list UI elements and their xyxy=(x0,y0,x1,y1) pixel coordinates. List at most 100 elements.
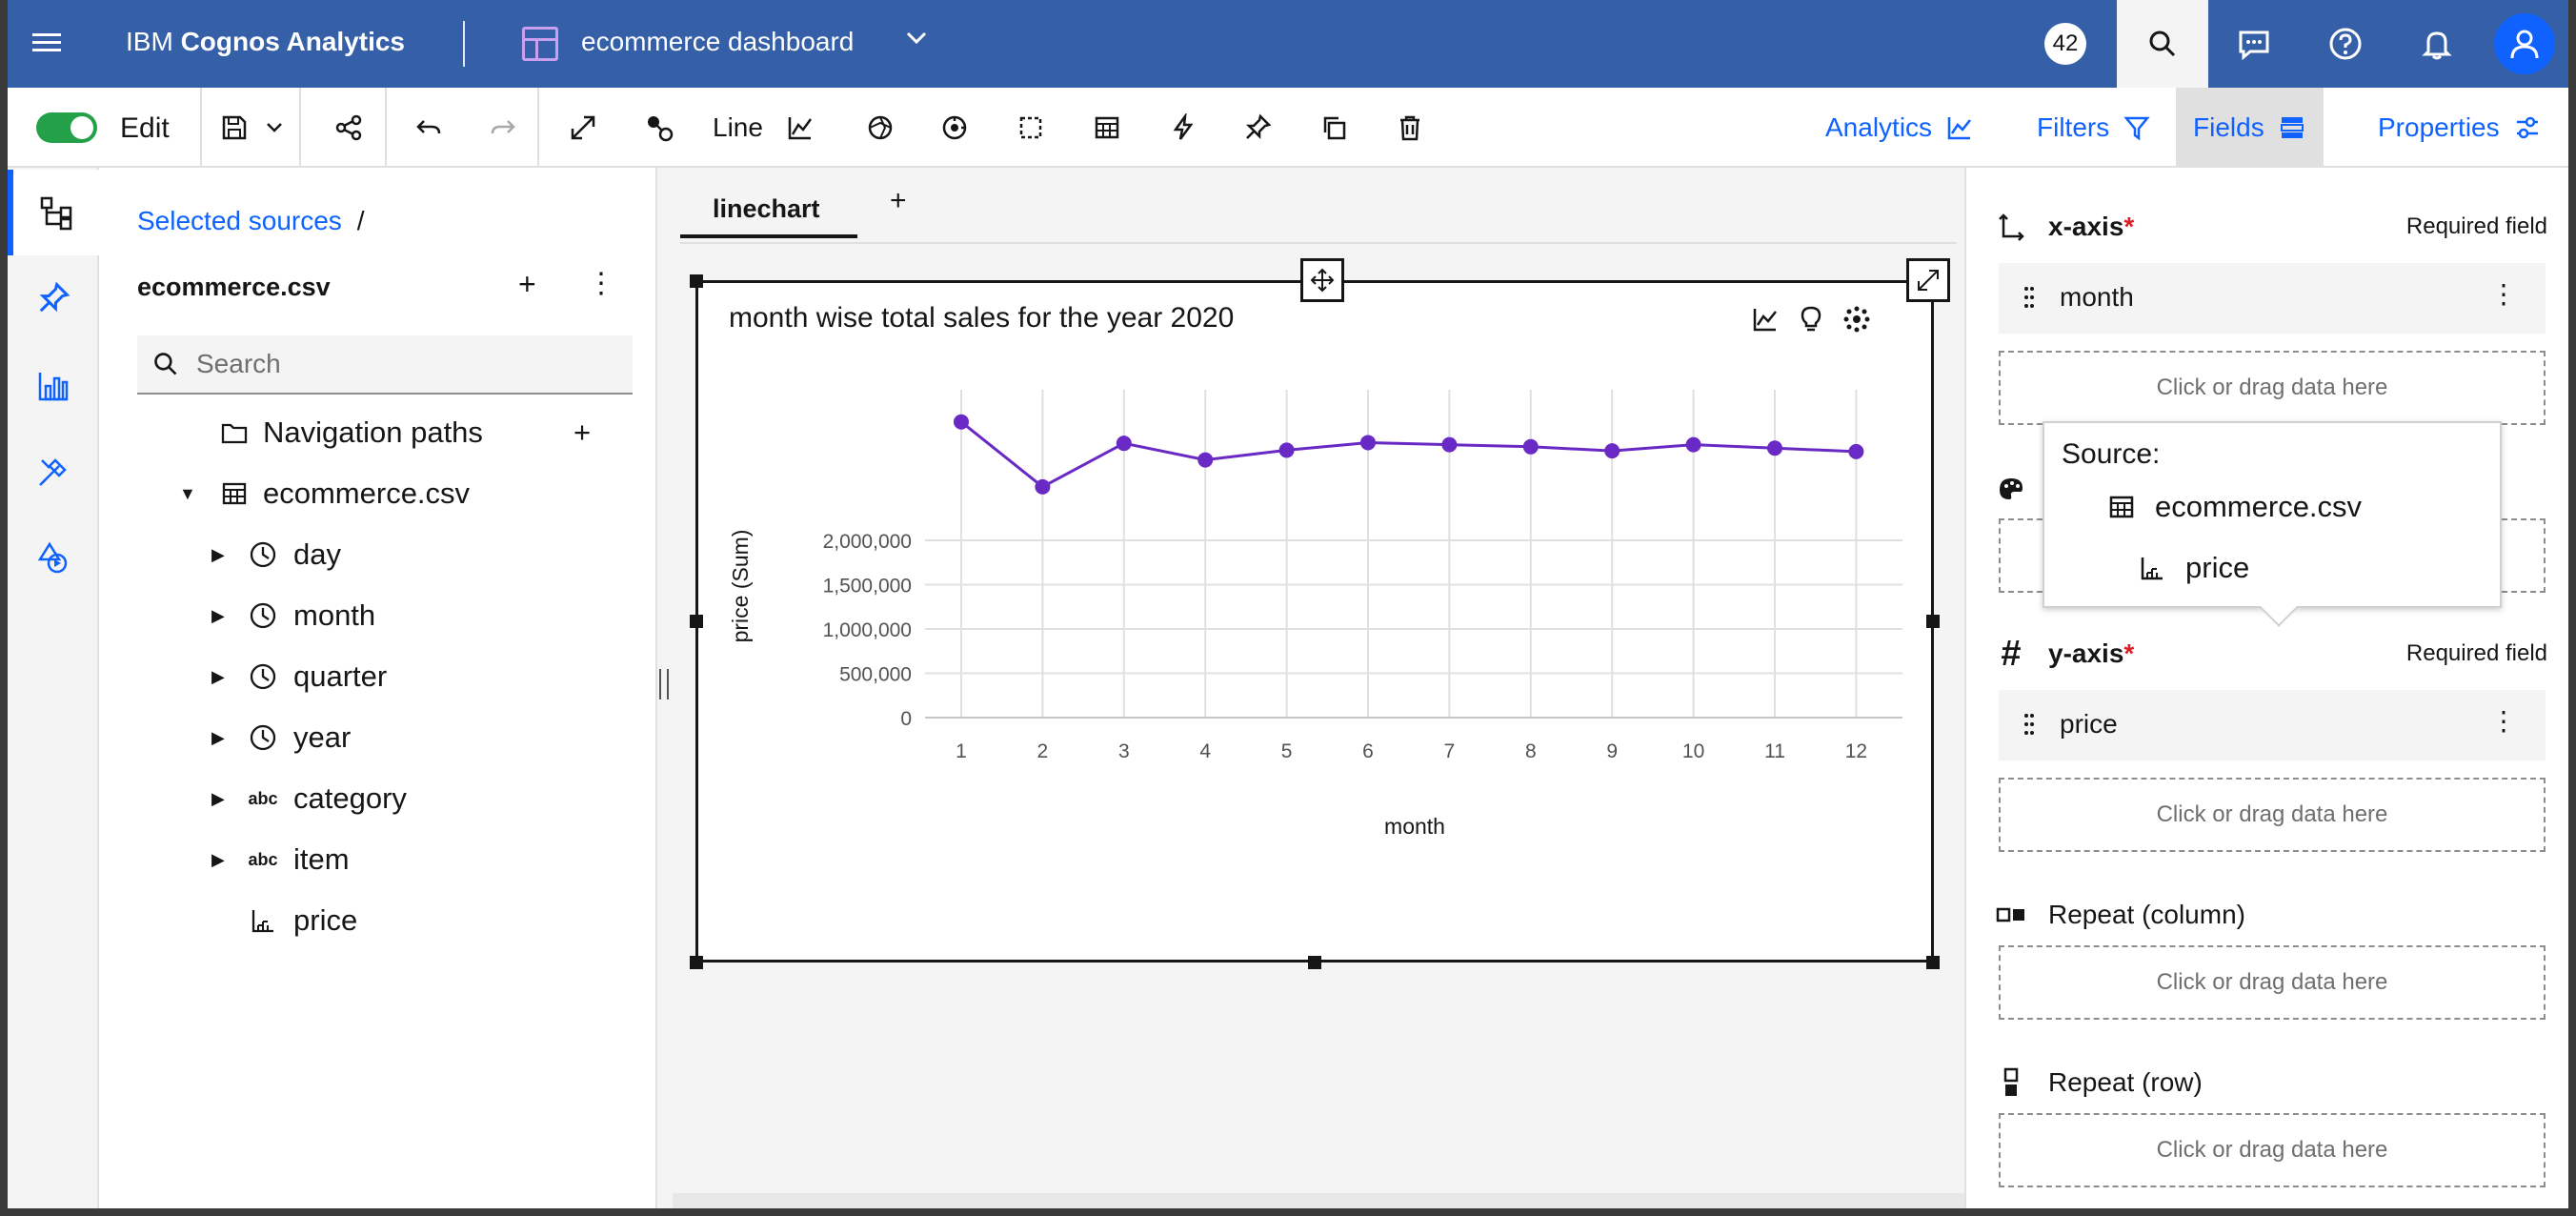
undo-button[interactable] xyxy=(406,105,452,151)
properties-button[interactable]: Properties xyxy=(2361,88,2559,168)
source-menu-button[interactable]: ⋮ xyxy=(587,267,615,300)
panel-resize-handle[interactable] xyxy=(659,669,669,699)
caret-right-icon[interactable]: ▶ xyxy=(211,850,225,870)
xaxis-header: x-axis* Required field xyxy=(1995,208,2547,246)
field-menu-button[interactable]: ⋮ xyxy=(2490,705,2517,737)
breadcrumb-link[interactable]: Selected sources xyxy=(137,206,342,235)
save-button[interactable] xyxy=(211,105,257,151)
focus-mode-button[interactable] xyxy=(560,105,606,151)
caret-right-icon[interactable]: ▶ xyxy=(211,728,225,748)
tooltip-column-name: price xyxy=(2185,551,2250,584)
field-menu-button[interactable]: ⋮ xyxy=(2490,278,2517,310)
data-point[interactable] xyxy=(1604,443,1620,459)
menu-icon[interactable] xyxy=(32,29,61,57)
data-point[interactable] xyxy=(1278,442,1295,458)
toolbar: Edit Line Analytics Filters Fields Prope… xyxy=(8,88,2568,168)
insights-button[interactable] xyxy=(1160,105,1206,151)
data-point[interactable] xyxy=(1685,436,1701,453)
fields-button[interactable]: Fields xyxy=(2176,88,2324,168)
table-view-button[interactable] xyxy=(1084,105,1130,151)
edit-toggle[interactable] xyxy=(36,112,97,143)
yaxis-drop-zone[interactable]: Click or drag data here xyxy=(1999,778,2546,852)
rail-data-sources[interactable] xyxy=(8,170,99,255)
tree-item[interactable]: ▶ year xyxy=(99,711,657,764)
notifications-button[interactable] xyxy=(2391,0,2483,88)
share-button[interactable] xyxy=(326,105,372,151)
x-tick-label: 10 xyxy=(1682,740,1704,762)
caret-right-icon[interactable]: ▶ xyxy=(211,667,225,687)
analytics-button[interactable]: Analytics xyxy=(1808,88,1991,168)
visualization-type-label[interactable]: Line xyxy=(713,112,763,143)
data-point[interactable] xyxy=(1197,452,1214,468)
repeat-column-label: Repeat (column) xyxy=(2048,900,2245,929)
dashboard-canvas: linechart + month wise total sales for t… xyxy=(673,168,1964,1197)
save-menu-button[interactable] xyxy=(252,105,297,151)
xaxis-drop-zone[interactable]: Click or drag data here xyxy=(1999,351,2546,425)
caret-right-icon[interactable]: ▶ xyxy=(211,606,225,626)
x-tick-label: 7 xyxy=(1444,740,1456,762)
dashboard-title[interactable]: ecommerce dashboard xyxy=(581,27,854,57)
table-icon xyxy=(217,476,252,511)
data-point[interactable] xyxy=(1848,443,1864,459)
tree-item-label: quarter xyxy=(293,659,388,693)
tree-item[interactable]: ▶ month xyxy=(99,589,657,642)
tree-item[interactable]: ▶ abc item xyxy=(99,833,657,886)
caret-down-icon[interactable]: ▼ xyxy=(179,484,196,504)
pin-button[interactable] xyxy=(1235,105,1280,151)
data-point[interactable] xyxy=(1035,478,1051,495)
add-navigation-path-button[interactable]: + xyxy=(574,415,591,450)
data-point[interactable] xyxy=(1116,436,1132,452)
user-button[interactable] xyxy=(2479,0,2568,88)
rail-widgets[interactable] xyxy=(8,429,99,515)
rail-pins[interactable] xyxy=(8,255,99,341)
visualization-properties-button[interactable] xyxy=(857,105,903,151)
copy-button[interactable] xyxy=(1311,105,1357,151)
tree-item[interactable]: ▶ day xyxy=(99,528,657,581)
caret-right-icon[interactable]: ▶ xyxy=(211,789,225,809)
x-tick-label: 12 xyxy=(1845,740,1867,762)
yaxis-field-slot[interactable]: price ⋮ xyxy=(1999,690,2546,760)
xaxis-field-slot[interactable]: month ⋮ xyxy=(1999,263,2546,334)
filters-button[interactable]: Filters xyxy=(2020,88,2168,168)
chevron-down-icon[interactable] xyxy=(903,25,930,58)
drag-handle-icon[interactable] xyxy=(2023,713,2035,736)
data-point[interactable] xyxy=(954,414,969,430)
drill-button[interactable] xyxy=(932,105,977,151)
notification-count-badge[interactable]: 42 xyxy=(2044,23,2086,65)
rail-media[interactable] xyxy=(8,515,99,600)
tree-item[interactable]: Navigation paths + xyxy=(99,406,657,459)
repeat-row-drop-zone[interactable]: Click or drag data here xyxy=(1999,1113,2546,1187)
table-icon xyxy=(2109,496,2134,518)
connect-button[interactable] xyxy=(636,105,682,151)
data-point[interactable] xyxy=(1441,436,1458,453)
rail-visualizations[interactable] xyxy=(8,343,99,429)
tab-linechart[interactable]: linechart xyxy=(680,181,857,238)
data-point[interactable] xyxy=(1767,440,1782,456)
tree-item[interactable]: price xyxy=(99,894,657,947)
caret-right-icon[interactable]: ▶ xyxy=(211,545,225,565)
chart-widget[interactable]: month wise total sales for the year 2020… xyxy=(690,258,1950,969)
tree-item[interactable]: ▼ ecommerce.csv xyxy=(99,467,657,520)
filters-label: Filters xyxy=(2037,112,2110,142)
tree-item[interactable]: ▶ quarter xyxy=(99,650,657,703)
add-tab-button[interactable]: + xyxy=(890,185,907,217)
search-button[interactable] xyxy=(2117,0,2208,88)
drag-handle-icon[interactable] xyxy=(2023,286,2035,309)
top-header: IBM Cognos Analytics ecommerce dashboard… xyxy=(8,0,2568,88)
chat-button[interactable] xyxy=(2208,0,2300,88)
search-input[interactable] xyxy=(196,345,615,383)
change-visualization-button[interactable] xyxy=(777,105,823,151)
series-line[interactable] xyxy=(960,420,1857,489)
line-chart[interactable]: 0500,0001,000,0001,500,0002,000,0001 2 3 4 5… xyxy=(698,283,1931,960)
select-button[interactable] xyxy=(1008,105,1054,151)
add-source-button[interactable]: + xyxy=(518,267,536,302)
data-point[interactable] xyxy=(1522,438,1539,455)
help-button[interactable] xyxy=(2300,0,2391,88)
tree-item[interactable]: ▶ abc category xyxy=(99,772,657,825)
tree-item-label: ecommerce.csv xyxy=(263,476,471,510)
horizontal-scrollbar[interactable] xyxy=(673,1193,1964,1208)
data-point[interactable] xyxy=(1360,435,1376,451)
redo-button[interactable] xyxy=(480,105,526,151)
delete-button[interactable] xyxy=(1387,105,1433,151)
repeat-column-drop-zone[interactable]: Click or drag data here xyxy=(1999,945,2546,1020)
